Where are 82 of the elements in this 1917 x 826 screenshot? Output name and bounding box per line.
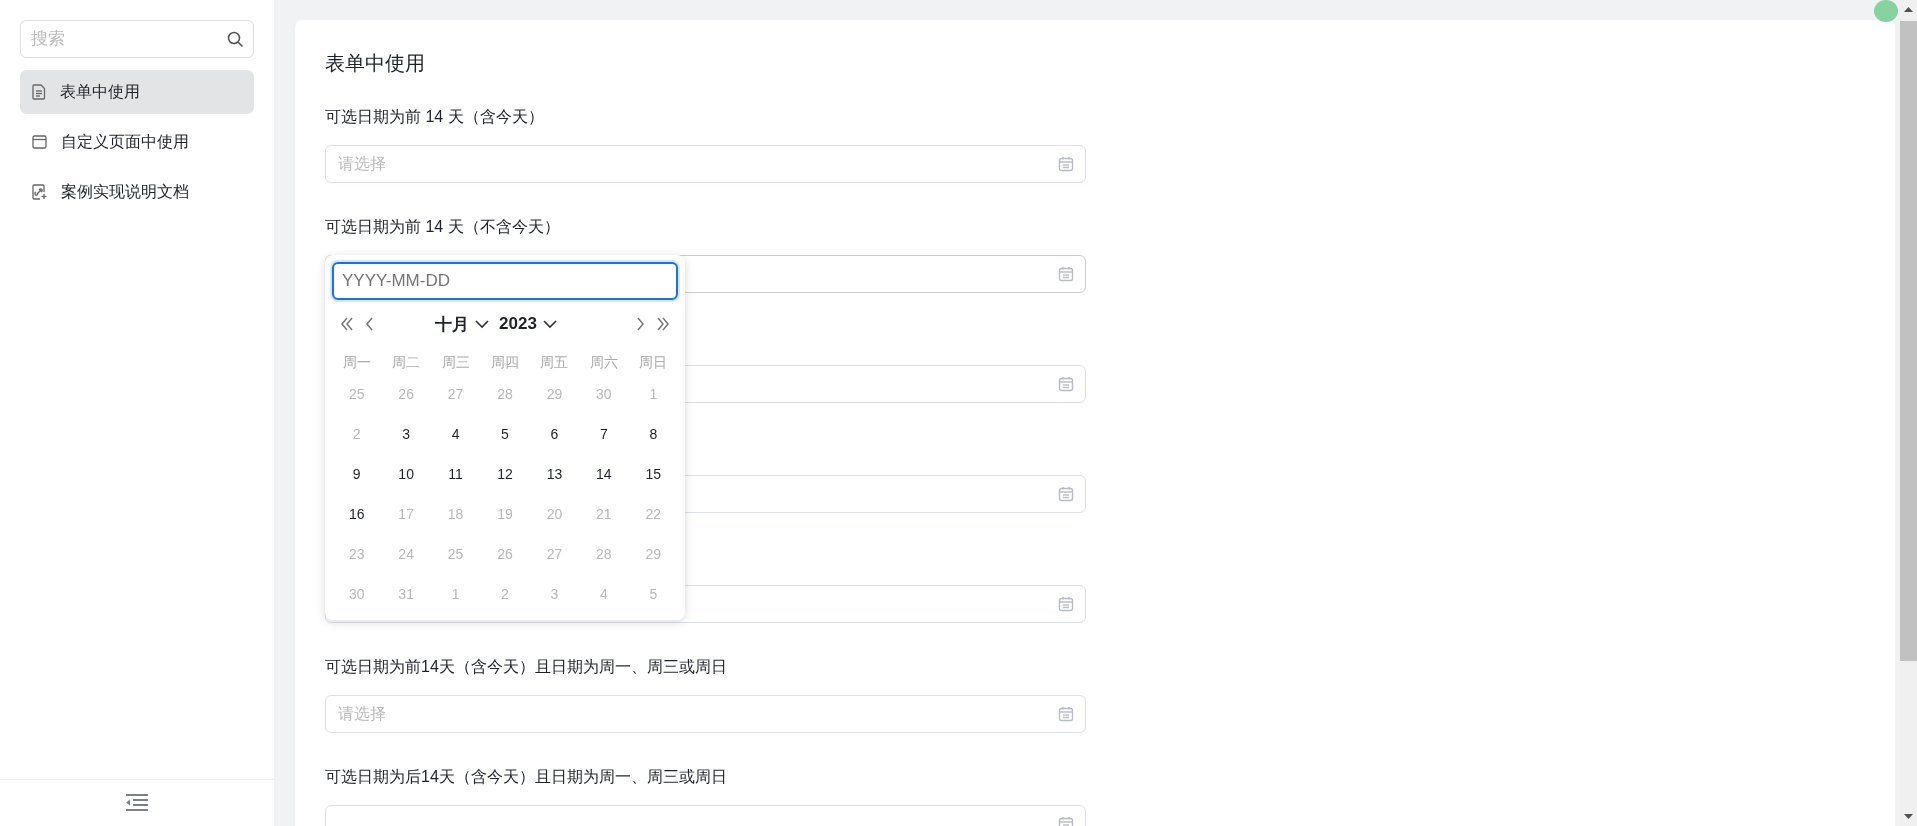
date-input[interactable]: YYYY-MM-DD bbox=[332, 262, 678, 300]
calendar-icon[interactable] bbox=[1058, 486, 1074, 502]
calendar-icon[interactable] bbox=[1058, 376, 1074, 392]
scroll-up-arrow-icon[interactable] bbox=[1904, 6, 1913, 12]
calendar-day[interactable]: 7 bbox=[579, 418, 629, 451]
calendar-day: 29 bbox=[529, 378, 580, 411]
field-label: 可选日期为前14天（含今天）且日期为周一、周三或周日 bbox=[325, 657, 728, 677]
weekday-label: 周二 bbox=[391, 353, 422, 372]
window-icon bbox=[32, 135, 47, 149]
calendar-day: 18 bbox=[430, 498, 481, 531]
floating-dot[interactable] bbox=[1874, 0, 1898, 22]
dropdown-caret-icon bbox=[542, 319, 557, 329]
calendar-day: 19 bbox=[480, 498, 530, 531]
weekday-label: 周三 bbox=[440, 353, 471, 372]
calendar-day[interactable]: 16 bbox=[332, 498, 382, 531]
page-title: 表单中使用 bbox=[325, 51, 426, 76]
calendar-day: 25 bbox=[430, 538, 481, 571]
calendar-day: 1 bbox=[430, 578, 481, 611]
calendar-day[interactable]: 4 bbox=[430, 418, 481, 451]
sidebar-item[interactable]: 案例实现说明文档 bbox=[20, 170, 254, 214]
calendar-day: 28 bbox=[480, 378, 530, 411]
weekday-label: 周一 bbox=[341, 353, 372, 372]
sidebar-item[interactable]: 表单中使用 bbox=[20, 70, 254, 114]
document-icon bbox=[32, 84, 46, 100]
calendar-day: 29 bbox=[628, 538, 678, 571]
calendar-day: 31 bbox=[381, 578, 431, 611]
weekday-label: 周六 bbox=[588, 353, 619, 372]
calendar-day: 21 bbox=[579, 498, 629, 531]
calendar-day: 27 bbox=[529, 538, 580, 571]
scroll-down-arrow-icon[interactable] bbox=[1904, 814, 1913, 820]
weekday-label: 周四 bbox=[490, 353, 520, 372]
calendar-day[interactable]: 11 bbox=[430, 458, 481, 491]
calendar-day: 1 bbox=[628, 378, 678, 411]
weekday-label: 周五 bbox=[539, 353, 570, 372]
calendar-day[interactable]: 9 bbox=[332, 458, 382, 491]
field-label: 可选日期为后14天（含今天）且日期为周一、周三或周日 bbox=[325, 767, 728, 787]
calendar-day: 2 bbox=[332, 418, 382, 451]
calendar-day[interactable]: 3 bbox=[381, 418, 431, 451]
field-label: 可选日期为前 14 天（含今天） bbox=[325, 107, 545, 127]
calendar-day: 17 bbox=[381, 498, 431, 531]
field-label: 可选日期为前 14 天（不含今天） bbox=[325, 217, 561, 237]
double-chevron-left-icon[interactable] bbox=[340, 316, 354, 332]
scrollbar[interactable] bbox=[1900, 0, 1917, 826]
calendar-day: 2 bbox=[480, 578, 530, 611]
calendar-day[interactable]: 6 bbox=[529, 418, 580, 451]
calendar-day: 5 bbox=[628, 578, 678, 611]
calendar-day: 24 bbox=[381, 538, 431, 571]
date-field[interactable]: 请选择 bbox=[325, 145, 1086, 183]
calendar-day: 20 bbox=[529, 498, 580, 531]
calendar-day[interactable]: 14 bbox=[579, 458, 629, 491]
calendar-icon[interactable] bbox=[1058, 596, 1074, 612]
calendar-day: 27 bbox=[430, 378, 481, 411]
calendar-day: 30 bbox=[579, 378, 629, 411]
search-icon[interactable] bbox=[227, 31, 244, 48]
calendar-day[interactable]: 13 bbox=[529, 458, 580, 491]
calendar-day[interactable]: 8 bbox=[628, 418, 678, 451]
calendar-day: 3 bbox=[529, 578, 580, 611]
calendar-day: 26 bbox=[381, 378, 431, 411]
dropdown-caret-icon bbox=[475, 319, 490, 329]
search-field[interactable]: 搜索 bbox=[20, 20, 254, 58]
calendar-day: 26 bbox=[480, 538, 530, 571]
calendar-day: 25 bbox=[332, 378, 382, 411]
calendar-day: 28 bbox=[579, 538, 629, 571]
collapse-sidebar-icon[interactable] bbox=[126, 794, 148, 812]
calendar-day[interactable]: 10 bbox=[381, 458, 431, 491]
calendar-day[interactable]: 5 bbox=[480, 418, 530, 451]
calendar-day[interactable]: 15 bbox=[628, 458, 678, 491]
month-select[interactable]: 十月 bbox=[435, 312, 490, 336]
calendar-icon[interactable] bbox=[1058, 156, 1074, 172]
double-chevron-right-icon[interactable] bbox=[656, 316, 670, 332]
calendar-icon[interactable] bbox=[1058, 266, 1074, 282]
sidebar-item[interactable]: 自定义页面中使用 bbox=[20, 120, 254, 164]
calendar-day[interactable]: 12 bbox=[480, 458, 530, 491]
calendar-day: 23 bbox=[332, 538, 382, 571]
calendar-day: 22 bbox=[628, 498, 678, 531]
calendar-day: 4 bbox=[579, 578, 629, 611]
weekday-label: 周日 bbox=[638, 353, 669, 372]
calendar-day: 30 bbox=[332, 578, 382, 611]
linked-document-icon bbox=[32, 184, 47, 200]
calendar-icon[interactable] bbox=[1058, 706, 1074, 722]
year-select[interactable]: 2023 bbox=[499, 312, 557, 336]
date-field[interactable]: 请选择 bbox=[325, 695, 1086, 733]
